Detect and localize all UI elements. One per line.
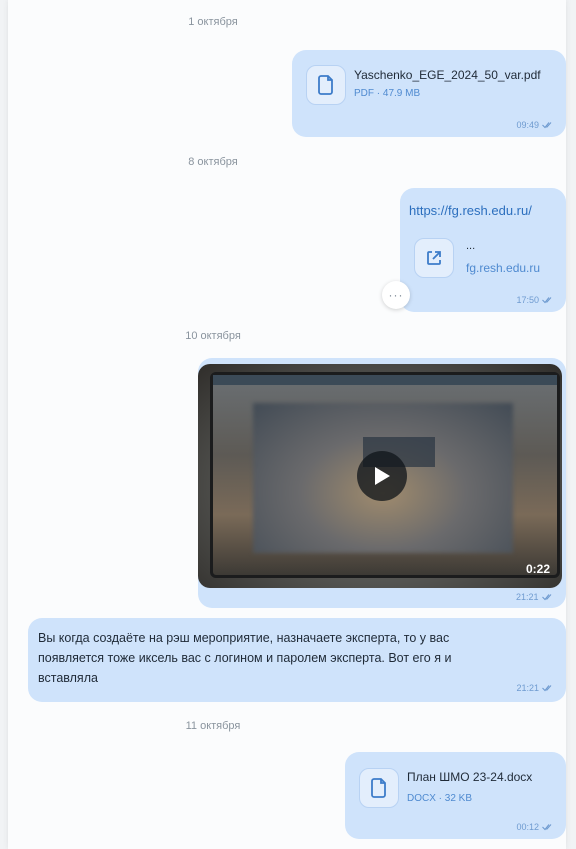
file-message[interactable]: Yaschenko_EGE_2024_50_var.pdf PDF · 47.9… <box>292 50 566 137</box>
chat-history: 1 октября Yaschenko_EGE_2024_50_var.pdf … <box>8 0 566 849</box>
date-separator: 8 октября <box>188 156 238 168</box>
file-meta: DOCX · 32 KB <box>407 793 473 804</box>
read-check-icon <box>542 824 552 831</box>
link-domain[interactable]: fg.resh.edu.ru <box>466 261 540 275</box>
file-name[interactable]: План ШМО 23-24.docx <box>407 770 532 784</box>
date-separator: 11 октября <box>185 720 241 732</box>
time-label: 09:49 <box>516 120 539 130</box>
message-time: 00:12 <box>516 822 554 832</box>
link-url[interactable]: https://fg.resh.edu.ru/ <box>409 203 532 218</box>
file-name[interactable]: Yaschenko_EGE_2024_50_var.pdf <box>354 68 541 82</box>
read-check-icon <box>542 685 552 692</box>
time-label: 21:21 <box>516 683 539 693</box>
link-title: ... <box>466 240 476 252</box>
message-time: 21:21 <box>516 683 554 693</box>
read-check-icon <box>542 122 552 129</box>
date-separator: 1 октября <box>188 16 238 28</box>
read-check-icon <box>541 594 551 601</box>
text-message[interactable]: Вы когда создаёте на рэш мероприятие, на… <box>28 618 566 702</box>
message-time: 09:49 <box>516 120 554 130</box>
file-message[interactable]: План ШМО 23-24.docx DOCX · 32 KB 00:12 <box>345 752 566 839</box>
read-check-icon <box>542 297 552 304</box>
external-link-icon[interactable] <box>414 238 454 278</box>
time-label: 00:12 <box>516 822 539 832</box>
video-thumbnail[interactable]: 0:22 <box>198 364 562 588</box>
message-body: Вы когда создаёте на рэш мероприятие, на… <box>38 631 452 685</box>
document-icon[interactable] <box>359 768 399 808</box>
link-message[interactable]: https://fg.resh.edu.ru/ ... fg.resh.edu.… <box>400 188 566 312</box>
message-time: 21:21 <box>516 592 554 602</box>
time-label: 21:21 <box>516 592 539 602</box>
document-icon[interactable] <box>306 65 346 105</box>
more-options-button[interactable]: ··· <box>382 281 410 309</box>
file-meta: PDF · 47.9 MB <box>354 88 421 99</box>
time-label: 17:50 <box>516 295 539 305</box>
video-duration: 0:22 <box>525 562 550 576</box>
date-separator: 10 октября <box>185 330 241 342</box>
video-frame-taskbar <box>213 375 557 385</box>
play-icon[interactable] <box>357 451 407 501</box>
message-time: 17:50 <box>516 295 554 305</box>
